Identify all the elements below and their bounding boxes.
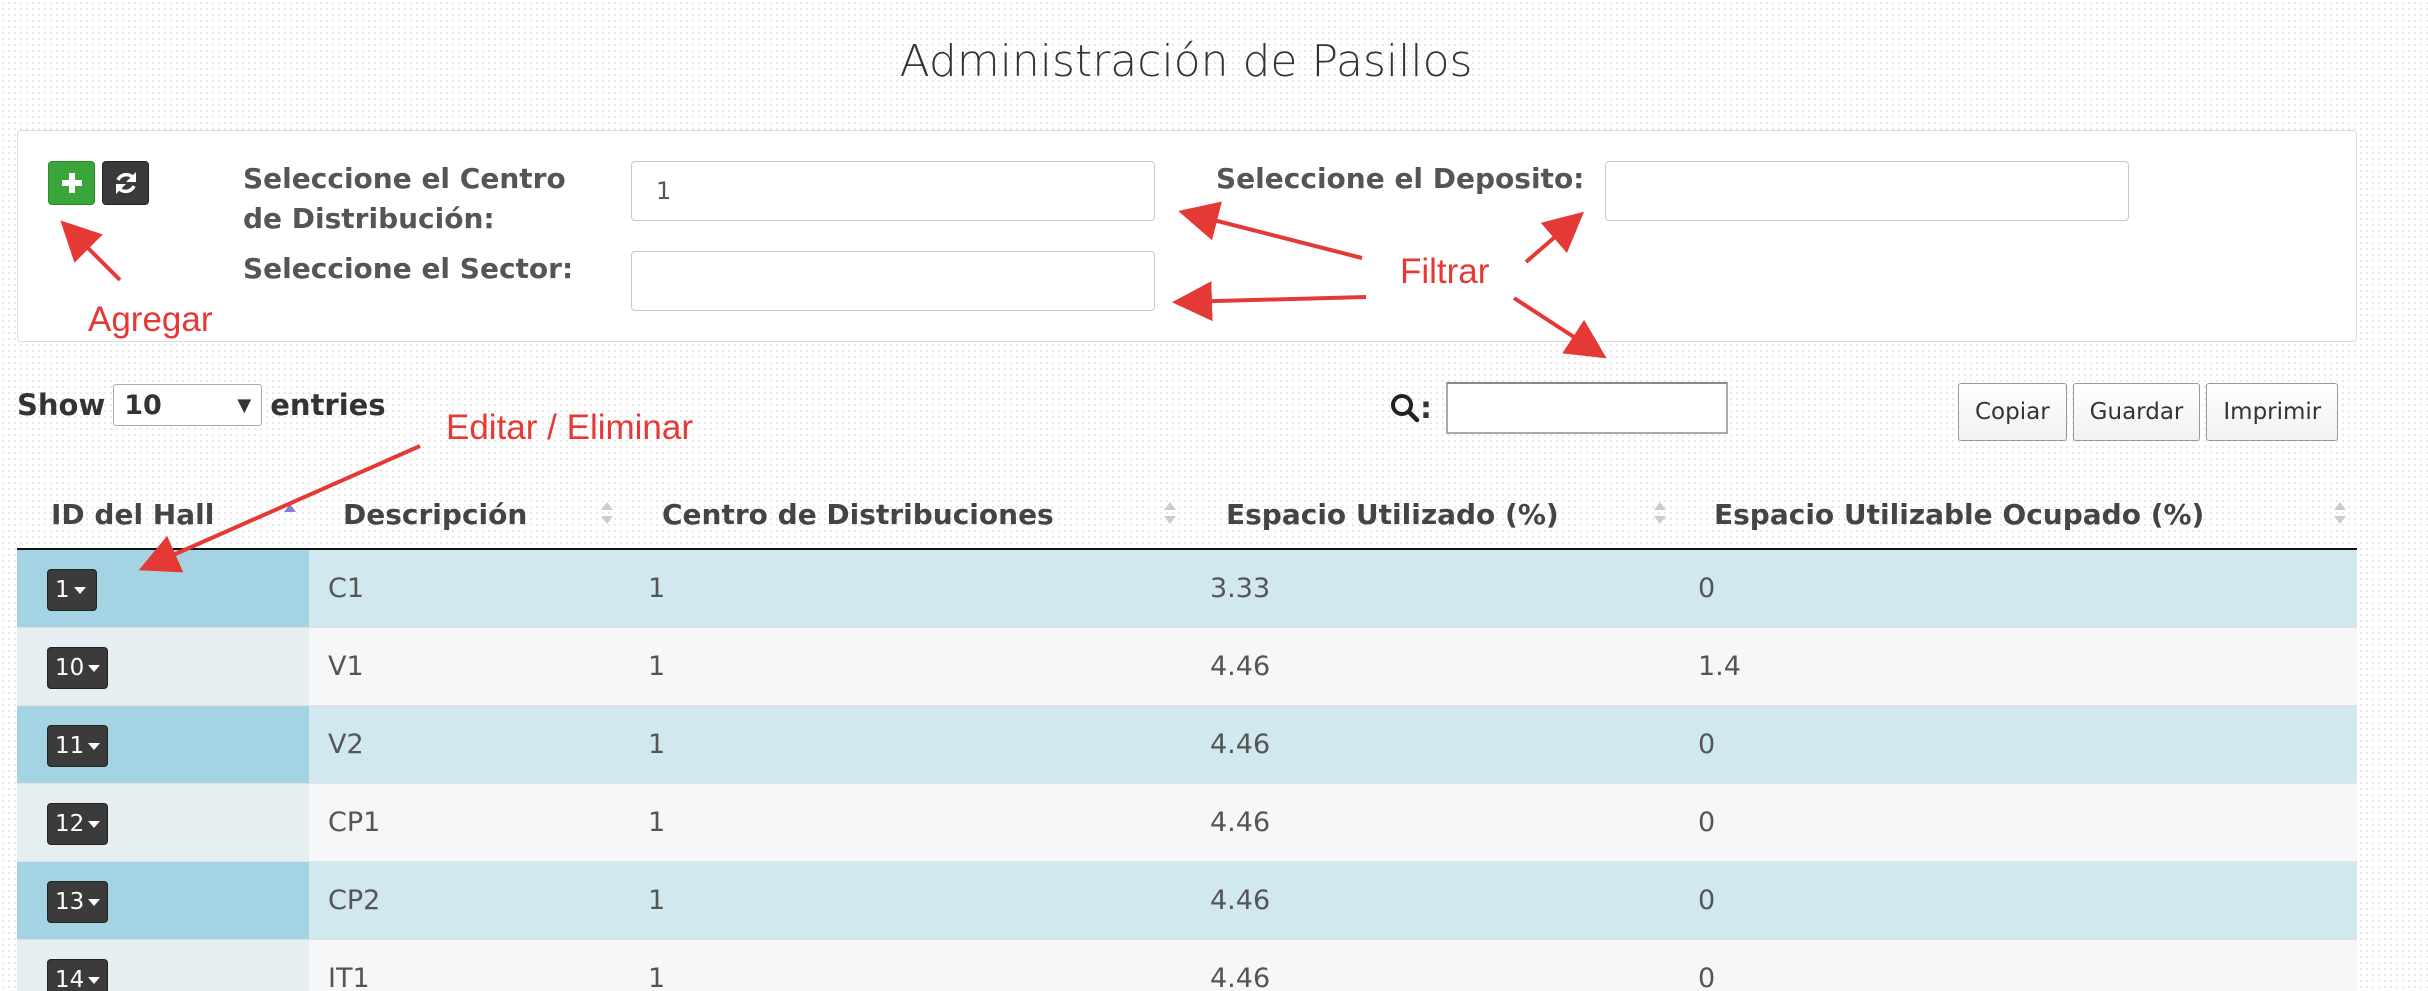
arrow-filtrar-search [1512,296,1607,359]
annotation-agregar: Agregar [88,300,213,339]
arrow-editar [138,444,421,573]
arrow-filtrar-centro [1178,201,1363,260]
page: Administración de Pasillos Seleccione el… [0,0,2428,991]
annotation-arrows [60,201,1607,573]
annotation-editar: Editar / Eliminar [446,408,694,447]
arrow-agregar [60,220,122,282]
arrow-filtrar-sector [1172,281,1367,322]
arrow-filtrar-deposito [1524,211,1585,264]
annotation-filtrar: Filtrar [1400,252,1490,291]
